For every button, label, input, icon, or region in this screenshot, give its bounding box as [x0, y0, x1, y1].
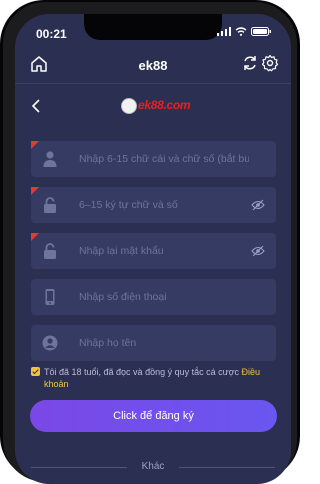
app-screen: 00:21 ek88 ek88.com Nhập 6-15 chữ cái và… — [15, 14, 291, 484]
eye-off-icon[interactable] — [251, 199, 265, 211]
fullname-input[interactable] — [79, 325, 249, 361]
wifi-icon — [235, 27, 247, 36]
agreement-text: Tôi đã 18 tuổi, đã đọc và đồng ý quy tắc… — [44, 366, 280, 390]
phone-icon — [45, 289, 55, 305]
phone-input[interactable] — [79, 279, 249, 315]
lock-icon — [44, 243, 56, 259]
required-marker — [31, 141, 39, 149]
register-button[interactable]: Click để đăng ký — [30, 400, 277, 432]
signal-icon — [217, 27, 231, 36]
confirm-password-field — [31, 233, 276, 269]
battery-icon — [251, 27, 271, 36]
divider-line — [179, 467, 275, 468]
agreement-label: Tôi đã 18 tuổi, đã đọc và đồng ý quy tắc… — [44, 367, 242, 377]
eye-off-icon[interactable] — [251, 245, 265, 257]
phone-field — [31, 279, 276, 315]
user-circle-icon — [42, 335, 58, 351]
phone-frame: 00:21 ek88 ek88.com Nhập 6-15 chữ cái và… — [0, 0, 300, 484]
back-arrow-icon[interactable] — [29, 98, 45, 114]
agreement-checkbox[interactable] — [31, 367, 40, 376]
logo-text: ek88.com — [138, 98, 191, 112]
required-marker — [31, 233, 39, 241]
status-icons — [217, 27, 271, 36]
required-marker — [31, 187, 39, 195]
fullname-field — [31, 325, 276, 361]
username-input[interactable] — [79, 141, 249, 177]
top-bar: ek88 — [15, 50, 291, 84]
confirm-password-input[interactable] — [79, 233, 249, 269]
sub-header: ek88.com — [15, 84, 291, 132]
password-input[interactable] — [79, 187, 249, 223]
notch — [84, 14, 222, 40]
brand-logo: ek88.com — [121, 96, 193, 118]
lock-icon — [44, 197, 56, 213]
refresh-icon[interactable] — [241, 54, 259, 72]
logo-emblem — [121, 98, 137, 114]
phone-bezel: 00:21 ek88 ek88.com Nhập 6-15 chữ cái và… — [3, 2, 297, 484]
gear-icon[interactable] — [261, 54, 279, 72]
user-icon — [43, 151, 57, 167]
status-time: 00:21 — [36, 27, 67, 41]
password-field — [31, 187, 276, 223]
username-field — [31, 141, 276, 177]
